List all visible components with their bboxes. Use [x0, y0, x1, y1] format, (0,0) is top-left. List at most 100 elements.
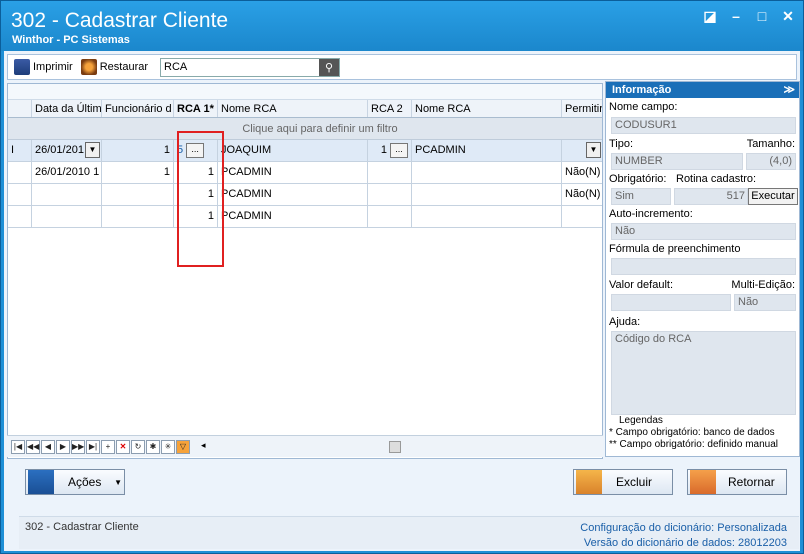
first-page-icon[interactable]: |◀	[11, 439, 25, 454]
close-icon[interactable]: ✕	[781, 9, 795, 23]
cell-date[interactable]	[32, 184, 102, 205]
col-header-permitir[interactable]: Permitir	[562, 100, 602, 117]
cell-funcionario[interactable]: 1	[102, 140, 174, 161]
config-label: Configuração do dicionário:	[580, 522, 715, 534]
config-value: Personalizada	[717, 522, 787, 534]
obrigatorio-field: Sim	[611, 188, 671, 205]
collapse-icon[interactable]: ≫	[783, 82, 795, 98]
goto-bookmark-icon[interactable]: ✳	[161, 439, 175, 454]
excluir-button[interactable]: Excluir	[573, 469, 673, 495]
chevron-down-icon[interactable]: ▼	[85, 142, 100, 158]
status-right: Configuração do dicionário: Personalizad…	[580, 521, 787, 551]
cell-funcionario[interactable]	[102, 206, 174, 227]
version-value: 28012203	[738, 537, 787, 549]
cell-rca2[interactable]	[368, 206, 412, 227]
insert-icon[interactable]: +	[101, 439, 115, 454]
cell-permitir[interactable]: Não(N)	[562, 162, 602, 183]
lookup-button[interactable]: ...	[186, 142, 205, 158]
cell-nome-rca1[interactable]: PCADMIN	[218, 184, 368, 205]
search-box: RCA ⚲	[160, 57, 341, 77]
col-header-nome-rca2[interactable]: Nome RCA	[412, 100, 562, 117]
toolbar: Imprimir Restaurar RCA ⚲	[7, 54, 797, 80]
nome-campo-label: Nome campo:	[609, 101, 678, 113]
print-button[interactable]: Imprimir	[14, 59, 73, 75]
cell-funcionario[interactable]	[102, 184, 174, 205]
cell-date[interactable]	[32, 206, 102, 227]
cell-nome-rca2[interactable]	[412, 184, 562, 205]
cell-permitir[interactable]: Não(N)	[562, 184, 602, 205]
cell-nome-rca1[interactable]: PCADMIN	[218, 206, 368, 227]
chevron-down-icon[interactable]: ▼	[586, 142, 601, 158]
ajuda-field: Código do RCA	[611, 331, 796, 415]
window-subtitle: Winthor - PC Sistemas	[12, 34, 130, 46]
restore-button[interactable]: Restaurar	[80, 59, 149, 75]
status-left: 302 - Cadastrar Cliente	[25, 521, 139, 533]
cell-nome-rca2[interactable]: PCADMIN	[412, 140, 562, 161]
table-row[interactable]: 1 PCADMIN Não(N)	[8, 184, 602, 206]
action-bar: Ações ▼ Excluir Retornar	[7, 459, 803, 501]
refresh-icon[interactable]: ↻	[131, 439, 145, 454]
auto-incremento-label: Auto-incremento:	[609, 208, 693, 220]
filter-row[interactable]: Clique aqui para definir um filtro	[8, 118, 602, 140]
delete-icon[interactable]: ✕	[116, 439, 130, 454]
restore-icon	[80, 59, 97, 75]
table-row[interactable]: I 26/01/201 ▼ 1 5 ... JOAQUIM 1 ... PCADM…	[8, 140, 602, 162]
minimize-icon[interactable]: –	[729, 9, 743, 23]
col-header-rca1[interactable]: RCA 1*	[174, 100, 218, 117]
cell-permitir[interactable]	[562, 206, 602, 227]
chevron-down-icon[interactable]: ▼	[114, 478, 122, 487]
horizontal-scrollbar[interactable]: ◂	[199, 440, 499, 454]
cell-rca2[interactable]	[368, 162, 412, 183]
cell-rca1[interactable]: 1	[174, 184, 218, 205]
multi-edicao-field: Não	[734, 294, 796, 311]
cell-nome-rca2[interactable]	[412, 206, 562, 227]
pin-icon[interactable]: ◪	[703, 9, 717, 23]
cell-nome-rca2[interactable]	[412, 162, 562, 183]
maximize-icon[interactable]: □	[755, 9, 769, 23]
executar-button[interactable]: Executar	[748, 188, 798, 205]
row-indicator	[8, 162, 32, 183]
row-indicator-header	[8, 100, 32, 117]
panel-title: Informação	[612, 84, 672, 96]
filter-icon[interactable]: ▽	[176, 439, 190, 454]
table-row[interactable]: 26/01/2010 1 1 1 PCADMIN Não(N)	[8, 162, 602, 184]
cell-permitir[interactable]: ▼	[562, 140, 602, 161]
col-header-rca2[interactable]: RCA 2	[368, 100, 412, 117]
excluir-label: Excluir	[616, 475, 653, 489]
legend-line-2: ** Campo obrigatório: definido manual	[609, 439, 778, 450]
acoes-button[interactable]: Ações ▼	[25, 469, 125, 495]
cell-nome-rca1[interactable]: PCADMIN	[218, 162, 368, 183]
cell-rca2[interactable]: 1 ...	[368, 140, 412, 161]
search-icon[interactable]: ⚲	[319, 58, 340, 76]
retornar-button[interactable]: Retornar	[687, 469, 787, 495]
table-row[interactable]: 1 PCADMIN	[8, 206, 602, 228]
cell-rca1[interactable]: 5 ...	[174, 140, 218, 161]
next-page-icon[interactable]: ▶▶	[71, 439, 85, 454]
restore-label: Restaurar	[99, 61, 149, 73]
bookmark-icon[interactable]: ✱	[146, 439, 160, 454]
prev-page-icon[interactable]: ◀◀	[26, 439, 40, 454]
cell-date[interactable]: 26/01/2010 1	[32, 162, 102, 183]
col-header-data[interactable]: Data da Últim	[32, 100, 102, 117]
multi-edicao-label: Multi-Edição:	[731, 279, 795, 291]
cell-date[interactable]: 26/01/201 ▼	[32, 140, 102, 161]
cell-funcionario[interactable]: 1	[102, 162, 174, 183]
next-record-icon[interactable]: ▶	[56, 439, 70, 454]
grid-header: Data da Últim Funcionário d RCA 1* Nome …	[8, 100, 602, 118]
row-indicator: I	[8, 140, 32, 161]
cell-rca1[interactable]: 1	[174, 206, 218, 227]
last-page-icon[interactable]: ▶|	[86, 439, 100, 454]
cell-rca2[interactable]	[368, 184, 412, 205]
print-label: Imprimir	[33, 61, 73, 73]
obrigatorio-label: Obrigatório:	[609, 173, 667, 185]
col-header-nome-rca1[interactable]: Nome RCA	[218, 100, 368, 117]
scroll-thumb[interactable]	[389, 440, 401, 453]
prev-record-icon[interactable]: ◀	[41, 439, 55, 454]
row-indicator	[8, 206, 32, 227]
search-input[interactable]: RCA	[161, 61, 319, 73]
lookup-button[interactable]: ...	[390, 142, 408, 158]
cell-rca1[interactable]: 1	[174, 162, 218, 183]
legend-line-1: * Campo obrigatório: banco de dados	[609, 427, 775, 438]
col-header-funcionario[interactable]: Funcionário d	[102, 100, 174, 117]
cell-nome-rca1[interactable]: JOAQUIM	[218, 140, 368, 161]
